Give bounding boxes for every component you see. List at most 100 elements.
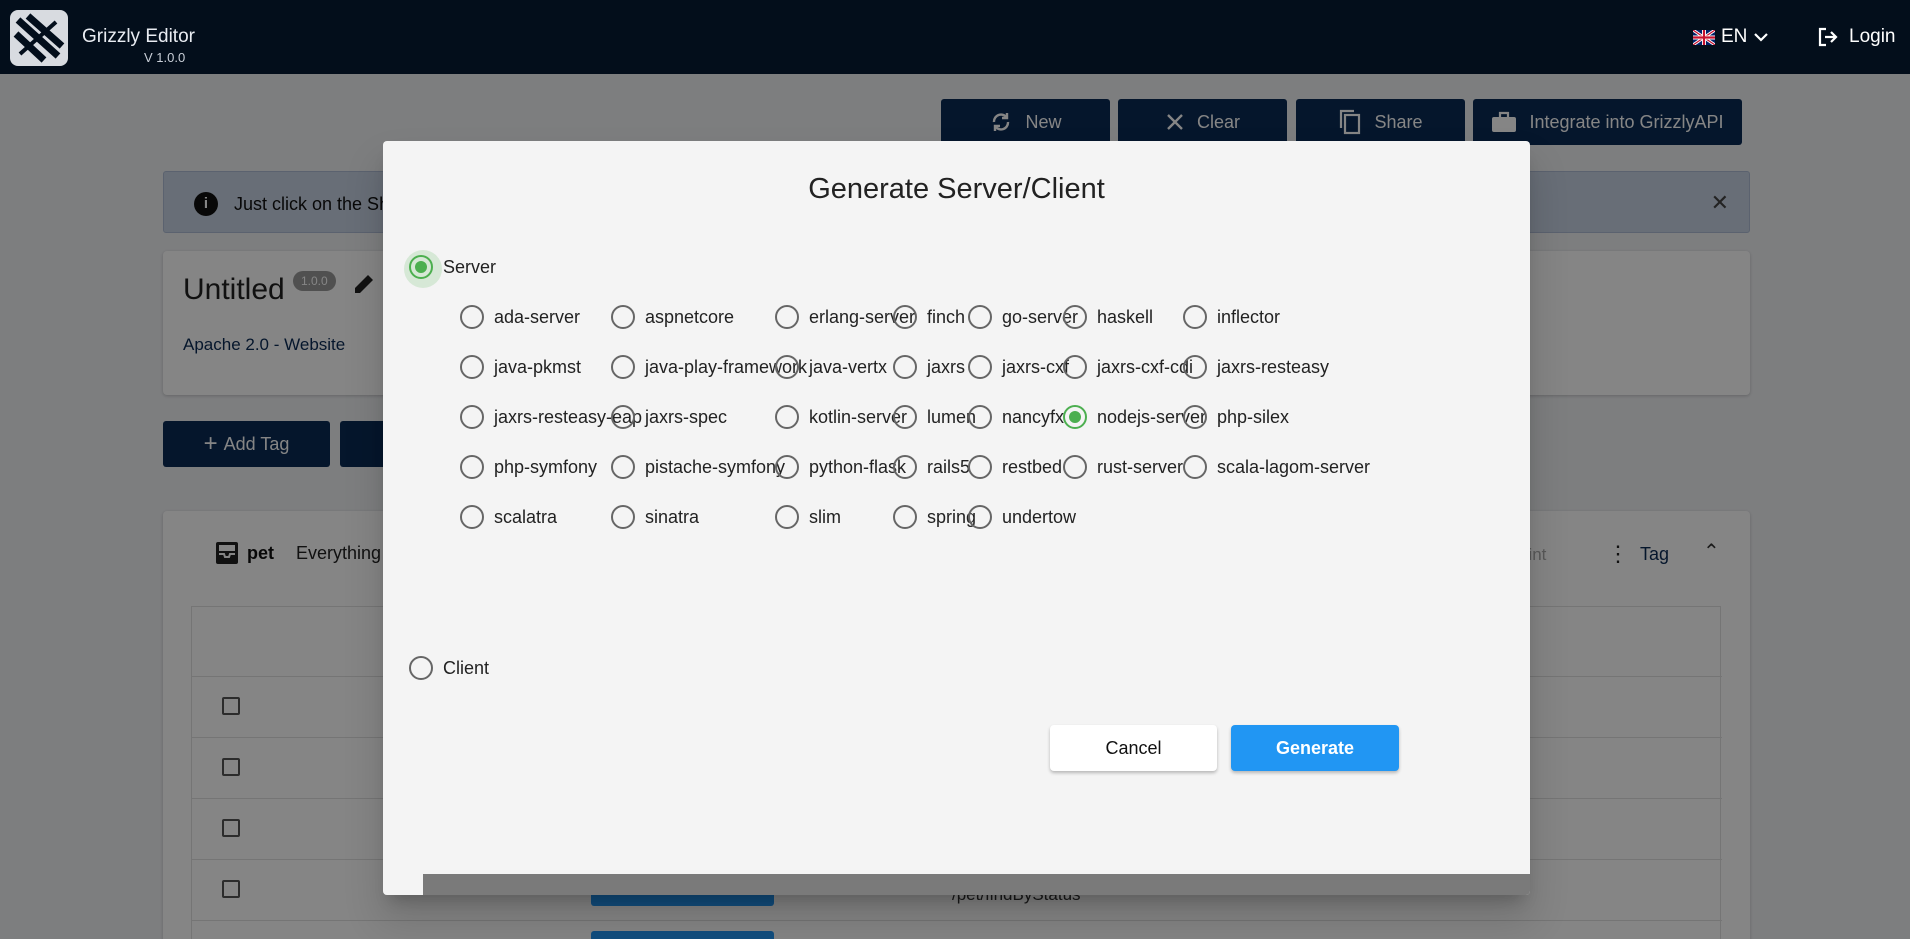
- radio-indicator: [404, 250, 442, 288]
- radio-indicator: [1183, 305, 1207, 329]
- server-option-jaxrs-spec[interactable]: jaxrs-spec: [611, 405, 727, 429]
- option-label: php-symfony: [494, 456, 598, 477]
- radio-indicator: [1183, 455, 1207, 479]
- server-option-php-silex[interactable]: php-silex: [1183, 405, 1289, 429]
- option-label: restbed: [1002, 456, 1063, 477]
- server-option-restbed[interactable]: restbed: [968, 455, 1062, 479]
- radio-indicator: [893, 505, 917, 529]
- option-label: scalatra: [494, 506, 558, 527]
- radio-indicator: [893, 455, 917, 479]
- server-option-rust-server[interactable]: rust-server: [1063, 455, 1183, 479]
- server-option-go-server[interactable]: go-server: [968, 305, 1078, 329]
- server-option-spring[interactable]: spring: [893, 505, 976, 529]
- option-label: python-flask: [809, 456, 907, 477]
- radio-indicator: [775, 505, 799, 529]
- grizzly-logo-icon[interactable]: [8, 8, 70, 68]
- option-label: sinatra: [645, 506, 700, 527]
- option-label: pistache-symfony: [645, 456, 786, 477]
- option-label: jaxrs-cxf-cdi: [1097, 356, 1194, 377]
- radio-indicator: [409, 656, 433, 680]
- server-option-inflector[interactable]: inflector: [1183, 305, 1280, 329]
- option-label: undertow: [1002, 506, 1077, 527]
- radio-indicator: [611, 405, 635, 429]
- server-option-undertow[interactable]: undertow: [968, 505, 1076, 529]
- option-label: rust-server: [1097, 456, 1184, 477]
- option-label: jaxrs-resteasy: [1217, 356, 1330, 377]
- option-label: ada-server: [494, 306, 581, 327]
- server-option-scalatra[interactable]: scalatra: [460, 505, 557, 529]
- server-label: Server: [443, 256, 497, 277]
- radio-indicator: [775, 455, 799, 479]
- radio-indicator: [968, 405, 992, 429]
- radio-indicator: [775, 355, 799, 379]
- radio-indicator: [611, 355, 635, 379]
- language-label: EN: [1721, 26, 1748, 47]
- cancel-button[interactable]: Cancel: [1050, 725, 1217, 771]
- server-option-java-pkmst[interactable]: java-pkmst: [460, 355, 581, 379]
- option-label: rails5: [927, 456, 971, 477]
- server-option-java-vertx[interactable]: java-vertx: [775, 355, 887, 379]
- server-option-php-symfony[interactable]: php-symfony: [460, 455, 597, 479]
- radio-indicator: [460, 505, 484, 529]
- option-label: aspnetcore: [645, 306, 735, 327]
- option-label: nancyfx: [1002, 406, 1065, 427]
- option-label: jaxrs-cxf: [1002, 356, 1069, 377]
- server-option-kotlin-server[interactable]: kotlin-server: [775, 405, 907, 429]
- radio-indicator: [611, 455, 635, 479]
- server-option-sinatra[interactable]: sinatra: [611, 505, 699, 529]
- client-label: Client: [443, 657, 490, 678]
- radio-indicator: [893, 305, 917, 329]
- radio-indicator: [460, 355, 484, 379]
- option-label: java-vertx: [809, 356, 888, 377]
- server-option-slim[interactable]: slim: [775, 505, 841, 529]
- option-label: haskell: [1097, 306, 1154, 327]
- language-selector[interactable]: EN: [1693, 26, 1769, 48]
- server-option-haskell[interactable]: haskell: [1063, 305, 1153, 329]
- option-label: scala-lagom-server: [1217, 456, 1371, 477]
- option-label: slim: [809, 506, 841, 527]
- server-option-jaxrs-resteasy[interactable]: jaxrs-resteasy: [1183, 355, 1329, 379]
- server-option-scala-lagom-server[interactable]: scala-lagom-server: [1183, 455, 1370, 479]
- option-label: jaxrs-spec: [645, 406, 728, 427]
- scrollbar-thumb[interactable]: [383, 874, 423, 895]
- radio-indicator: [968, 305, 992, 329]
- generate-button[interactable]: Generate: [1231, 725, 1399, 771]
- server-radio[interactable]: Server: [404, 250, 497, 288]
- radio-indicator: [1063, 405, 1087, 429]
- radio-indicator: [968, 505, 992, 529]
- server-option-lumen[interactable]: lumen: [893, 405, 976, 429]
- login-button[interactable]: Login: [1817, 26, 1896, 48]
- radio-indicator: [460, 305, 484, 329]
- radio-indicator: [775, 305, 799, 329]
- radio-indicator: [968, 455, 992, 479]
- server-option-python-flask[interactable]: python-flask: [775, 455, 906, 479]
- server-option-jaxrs-cxf[interactable]: jaxrs-cxf: [968, 355, 1069, 379]
- server-option-jaxrs-cxf-cdi[interactable]: jaxrs-cxf-cdi: [1063, 355, 1193, 379]
- app-version: V 1.0.0: [144, 50, 186, 65]
- radio-indicator: [611, 305, 635, 329]
- radio-indicator: [1063, 305, 1087, 329]
- option-label: inflector: [1217, 306, 1281, 327]
- app-title: Grizzly Editor: [82, 26, 195, 47]
- server-option-nancyfx[interactable]: nancyfx: [968, 405, 1064, 429]
- generate-dialog: Generate Server/Client Server ada-server…: [383, 141, 1530, 895]
- server-option-pistache-symfony[interactable]: pistache-symfony: [611, 455, 785, 479]
- radio-indicator: [1063, 355, 1087, 379]
- server-option-jaxrs[interactable]: jaxrs: [893, 355, 965, 379]
- server-option-finch[interactable]: finch: [893, 305, 965, 329]
- server-option-ada-server[interactable]: ada-server: [460, 305, 580, 329]
- radio-indicator: [893, 355, 917, 379]
- server-option-rails5[interactable]: rails5: [893, 455, 970, 479]
- dialog-title: Generate Server/Client: [808, 173, 1105, 205]
- radio-indicator: [1183, 355, 1207, 379]
- option-label: finch: [927, 306, 966, 327]
- horizontal-scrollbar[interactable]: [383, 874, 1530, 895]
- server-option-aspnetcore[interactable]: aspnetcore: [611, 305, 734, 329]
- radio-indicator: [893, 405, 917, 429]
- radio-indicator: [611, 505, 635, 529]
- option-label: jaxrs: [927, 356, 966, 377]
- radio-indicator: [460, 455, 484, 479]
- app-header: Grizzly Editor V 1.0.0 EN Login: [0, 0, 1910, 74]
- radio-indicator: [968, 355, 992, 379]
- client-radio[interactable]: Client: [409, 656, 489, 680]
